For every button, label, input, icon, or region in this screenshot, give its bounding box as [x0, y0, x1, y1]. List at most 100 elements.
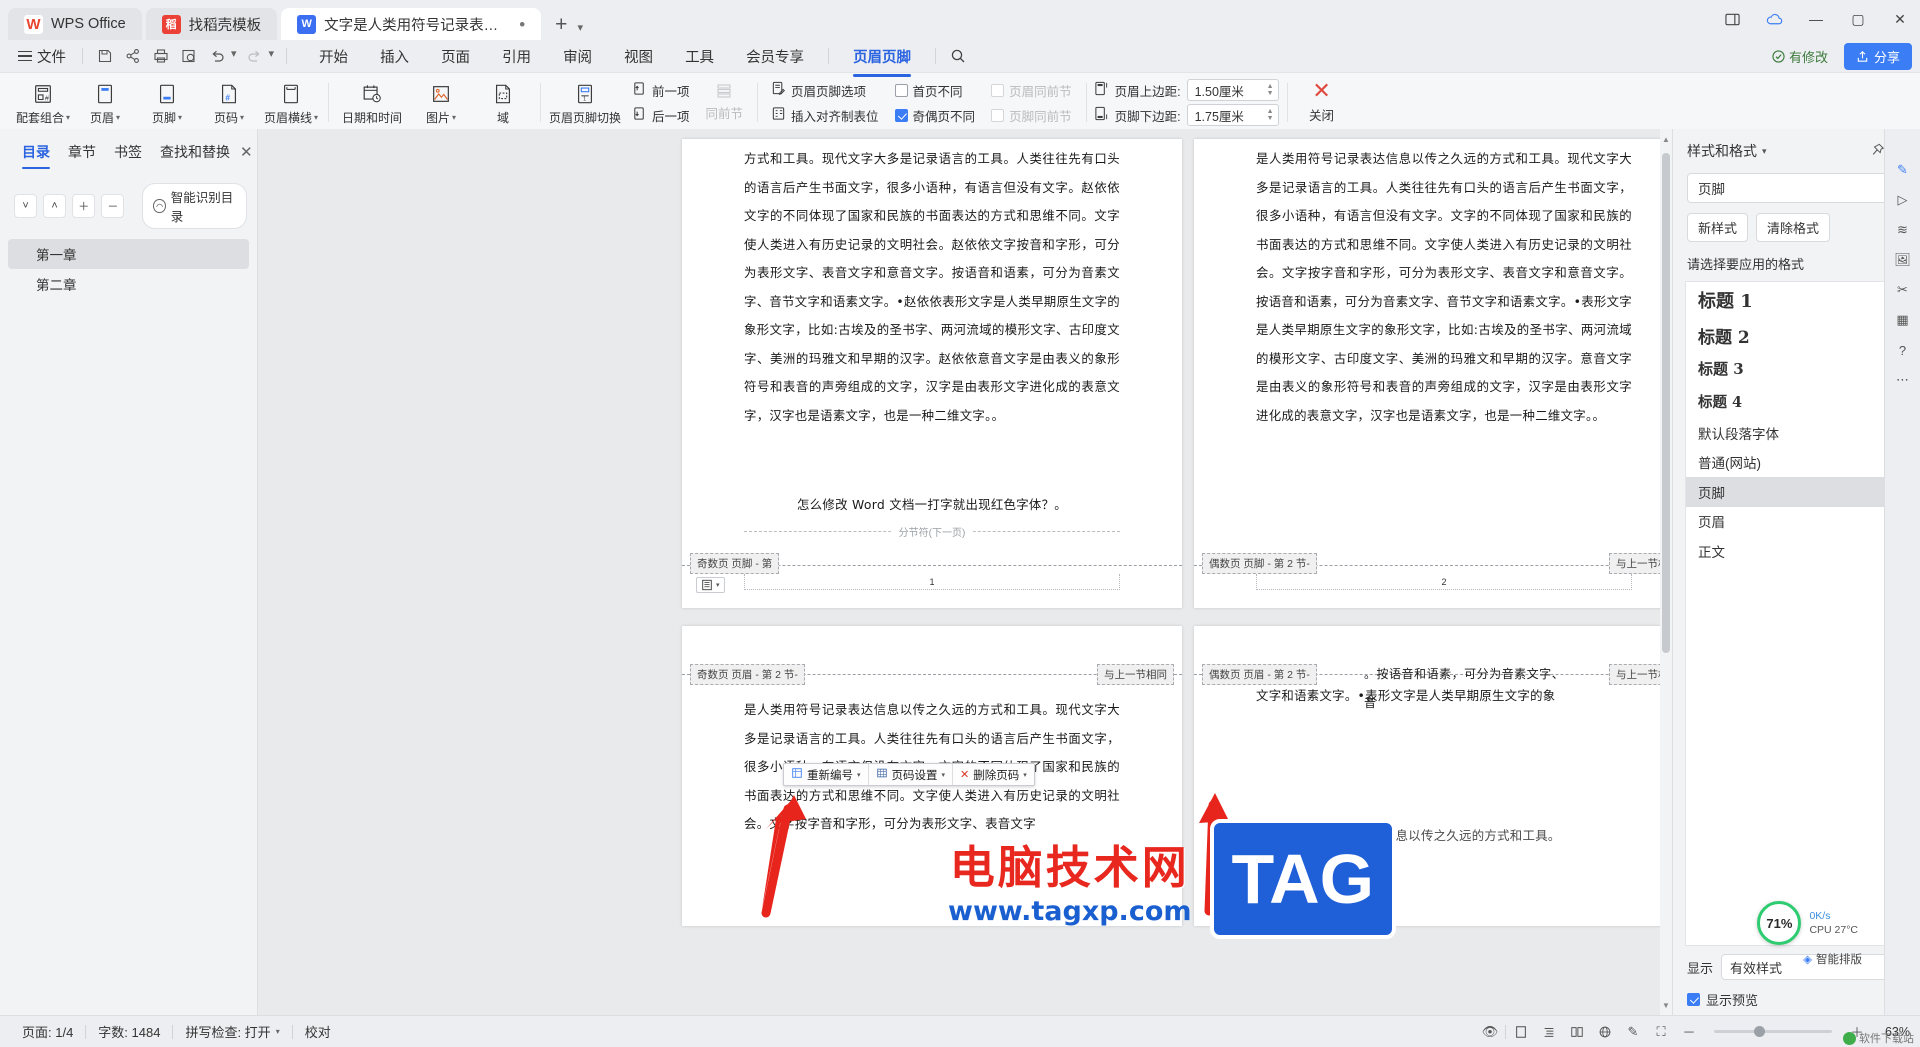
proofread-button[interactable]: 校对: [293, 1022, 343, 1041]
new-style-button[interactable]: 新样式: [1687, 213, 1749, 242]
tab-start[interactable]: 开始: [303, 42, 364, 71]
help-icon[interactable]: ?: [1890, 337, 1916, 363]
zoom-slider[interactable]: [1714, 1026, 1832, 1037]
current-style-select[interactable]: 页脚 ▾: [1687, 173, 1908, 203]
footer-margin-input[interactable]: 1.75厘米 ▲ ▼: [1186, 104, 1279, 126]
toc-item-chapter-1[interactable]: 第一章: [8, 239, 249, 269]
file-menu-button[interactable]: 文件: [10, 46, 74, 67]
next-item-button[interactable]: 后一项: [626, 104, 696, 127]
header-line-button[interactable]: 页眉横线 ▾: [260, 76, 322, 129]
add-icon[interactable]: ＋: [72, 194, 96, 218]
tab-insert[interactable]: 插入: [364, 42, 425, 71]
style-item-heading-2[interactable]: 标题 2 ¶: [1686, 318, 1907, 352]
styles-panel-title-wrap[interactable]: 样式和格式 ▾: [1687, 141, 1767, 161]
footer-tag-odd[interactable]: 奇数页 页脚 - 第: [690, 553, 780, 574]
grid-icon[interactable]: ▦: [1890, 307, 1916, 333]
redo-icon[interactable]: [241, 43, 269, 69]
page-number-button[interactable]: # 页码 ▾: [198, 76, 260, 129]
header-same-as-prev-check[interactable]: 页眉同前节: [985, 79, 1078, 102]
zoom-slider-thumb[interactable]: [1754, 1026, 1765, 1037]
print-preview-icon[interactable]: [175, 43, 203, 69]
pin-icon[interactable]: [1871, 143, 1885, 160]
style-item-heading-1[interactable]: 标题 1 ¶: [1686, 282, 1907, 318]
edit-status-badge[interactable]: 有修改: [1764, 44, 1836, 69]
header-footer-options-button[interactable]: 页眉页脚选项: [765, 79, 885, 102]
pen-icon[interactable]: ✎: [1890, 157, 1916, 183]
field-button[interactable]: 域: [472, 76, 534, 129]
image-icon[interactable]: 🖼: [1890, 247, 1916, 273]
clear-format-button[interactable]: 清除格式: [1756, 213, 1831, 242]
more-chevron-down-icon[interactable]: ▾: [269, 47, 279, 66]
scissors-icon[interactable]: ✂: [1890, 277, 1916, 303]
scroll-up-icon[interactable]: ▲: [1660, 131, 1672, 147]
smart-recognize-toc-button[interactable]: ◠ 智能识别目录: [142, 183, 247, 229]
cloud-sync-icon[interactable]: [1754, 4, 1794, 34]
style-list[interactable]: 标题 1 ¶ 标题 2 ¶ 标题 3 ¶ 标题 4 ¶ 默认段落字体 a 普通(…: [1685, 281, 1908, 946]
same-as-previous-button[interactable]: 同前节: [700, 80, 750, 126]
scroll-down-icon[interactable]: ▼: [1660, 997, 1672, 1013]
tab-document[interactable]: W 文字是人类用符号记录表达信息以 •: [281, 8, 542, 40]
align-tab-button[interactable]: 插入对齐制表位: [765, 104, 885, 127]
collapse-up-icon[interactable]: ˄: [43, 194, 67, 218]
minimize-button[interactable]: —: [1796, 4, 1836, 34]
page-2-body[interactable]: 是人类用符号记录表达信息以传之久远的方式和工具。现代文字大多是记录语言的工具。人…: [1256, 145, 1632, 430]
cursor-icon[interactable]: ▷: [1890, 187, 1916, 213]
nav-tab-bookmarks[interactable]: 书签: [106, 139, 150, 165]
page-1-number-field[interactable]: 1: [744, 574, 1120, 590]
footer-button[interactable]: 页脚 ▾: [136, 76, 198, 129]
header-margin-input[interactable]: 1.50厘米 ▲ ▼: [1186, 79, 1279, 101]
word-count[interactable]: 字数: 1484: [86, 1022, 172, 1041]
save-icon[interactable]: [91, 43, 119, 69]
share-icon[interactable]: [119, 43, 147, 69]
first-page-different-check[interactable]: 首页不同: [889, 79, 982, 102]
footer-same-as-prev-check[interactable]: 页脚同前节: [985, 104, 1078, 127]
delete-page-number-button[interactable]: ✕ 删除页码 ▾: [953, 764, 1034, 785]
undo-icon[interactable]: [203, 43, 231, 69]
style-item-heading-4[interactable]: 标题 4 ¶: [1686, 385, 1907, 418]
close-button[interactable]: ✕: [1880, 4, 1920, 34]
spinner-arrows-icon[interactable]: ▲ ▼: [1267, 108, 1276, 122]
tab-view[interactable]: 视图: [608, 42, 669, 71]
style-item-normal-web[interactable]: 普通(网站) ¶: [1686, 448, 1907, 478]
renumber-button[interactable]: 重新编号 ▾: [784, 764, 869, 785]
page-1-center-note[interactable]: 怎么修改 Word 文档一打字就出现红色字体？。: [744, 491, 1120, 520]
footer-field-options-button[interactable]: ▾: [696, 577, 725, 593]
page-1[interactable]: 方式和工具。现代文字大多是记录语言的工具。人类往往先有口头的语言后产生书面文字，…: [682, 139, 1182, 608]
panel-toggle-icon[interactable]: [1712, 4, 1752, 34]
close-header-footer-button[interactable]: ✕ 关闭: [1293, 76, 1351, 129]
tab-member[interactable]: 会员专享: [730, 42, 820, 71]
expand-down-icon[interactable]: ˅: [14, 194, 38, 218]
tab-header-footer[interactable]: 页眉页脚: [837, 42, 927, 77]
nav-tab-find-replace[interactable]: 查找和替换: [152, 139, 238, 165]
style-item-footer[interactable]: 页脚 ¶: [1686, 477, 1907, 507]
page-1-body[interactable]: 方式和工具。现代文字大多是记录语言的工具。人类往往先有口头的语言后产生书面文字，…: [744, 145, 1120, 430]
picture-button[interactable]: 图片 ▾: [410, 76, 472, 129]
tab-tools[interactable]: 工具: [669, 42, 730, 71]
combo-button[interactable]: # 配套组合 ▾: [12, 76, 74, 129]
switch-header-footer-button[interactable]: 1 页眉页脚切换: [546, 76, 624, 129]
maximize-button[interactable]: ▢: [1838, 4, 1878, 34]
stack-icon[interactable]: ≋: [1890, 217, 1916, 243]
spinner-arrows-icon[interactable]: ▲ ▼: [1267, 83, 1276, 97]
undo-chevron-down-icon[interactable]: ▾: [231, 47, 241, 66]
tab-review[interactable]: 审阅: [547, 42, 608, 71]
prev-item-button[interactable]: 前一项: [626, 79, 696, 102]
tab-wps-office[interactable]: W WPS Office: [8, 8, 142, 40]
page-2[interactable]: 是人类用符号记录表达信息以传之久远的方式和工具。现代文字大多是记录语言的工具。人…: [1194, 139, 1672, 608]
print-icon[interactable]: [147, 43, 175, 69]
document-canvas[interactable]: 方式和工具。现代文字大多是记录语言的工具。人类往往先有口头的语言后产生书面文字，…: [258, 129, 1672, 1015]
scroll-thumb[interactable]: [1662, 153, 1670, 653]
style-item-default-paragraph-font[interactable]: 默认段落字体 a: [1686, 418, 1907, 448]
remove-icon[interactable]: －: [101, 194, 125, 218]
footer-tag-even[interactable]: 偶数页 页脚 - 第 2 节-: [1202, 553, 1317, 574]
style-item-body[interactable]: 正文 ¶: [1686, 536, 1907, 566]
toc-item-chapter-2[interactable]: 第二章: [8, 269, 249, 299]
share-button[interactable]: 分享: [1843, 42, 1912, 70]
spellcheck-status[interactable]: 拼写检查: 打开 ▾: [173, 1022, 291, 1041]
cpu-gauge[interactable]: 71%: [1757, 901, 1802, 945]
odd-even-different-check[interactable]: 奇偶页不同: [889, 104, 982, 127]
search-icon[interactable]: [944, 43, 972, 69]
document-scrollbar[interactable]: ▲ ▼: [1660, 129, 1672, 1015]
show-preview-check[interactable]: 显示预览: [1687, 980, 1906, 1009]
performance-widget[interactable]: 71% 0K/s CPU 27°C: [1757, 901, 1858, 945]
